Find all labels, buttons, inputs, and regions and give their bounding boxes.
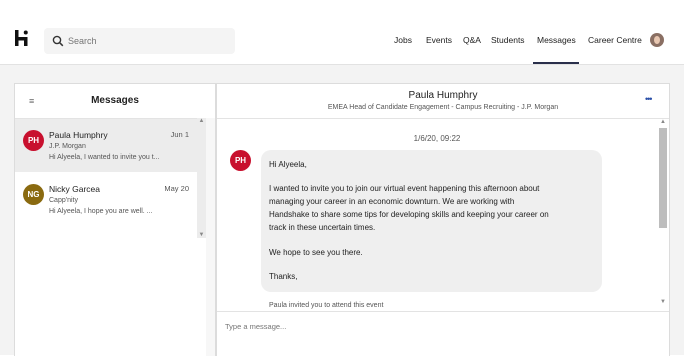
conversation-preview: Hi Alyeela, I hope you are well. ... [49,208,153,215]
conversation-scrollbar[interactable]: ▲ ▼ [658,119,668,309]
conversation-item-paula[interactable]: PH Paula Humphry Jun 1 J.P. Morgan Hi Al… [15,119,197,172]
scrollbar-thumb[interactable] [659,128,667,228]
conversation-date: Jun 1 [170,130,189,139]
scroll-up-arrow-icon[interactable]: ▲ [197,118,206,124]
search-input[interactable] [68,32,228,50]
avatar-face [654,36,660,44]
conversation-list-panel: ≡ Messages PH Paula Humphry Jun 1 J.P. M… [14,83,216,356]
message-line: Thanks, [269,272,298,281]
contact-name[interactable]: Paula Humphry [217,90,669,101]
user-avatar[interactable] [650,33,664,47]
nav-career-centre[interactable]: Career Centre [588,35,642,45]
conversation-company: J.P. Morgan [49,143,86,150]
nav-messages[interactable]: Messages [537,35,576,45]
conversation-panel: Paula Humphry EMEA Head of Candidate Eng… [216,83,670,357]
message-timestamp: 1/6/20, 09:22 [413,134,461,143]
message-line: managing your career in an economic down… [269,197,515,206]
message-line: Handshake to share some tips for develop… [269,210,549,219]
sender-avatar[interactable]: PH [230,150,251,171]
message-line: I wanted to invite you to join our virtu… [269,184,540,193]
message-greeting: Hi Alyeela, [269,160,307,169]
nav-events[interactable]: Events [426,35,452,45]
messages-title: Messages [91,95,139,106]
search-box[interactable] [44,28,235,54]
top-nav-bar: Jobs Events Q&A Students Messages Career… [0,0,684,65]
message-input[interactable] [225,318,645,334]
handshake-logo-icon[interactable] [14,28,34,50]
message-line: track in these uncertain times. [269,223,376,232]
avatar: PH [23,130,44,151]
contact-title: EMEA Head of Candidate Engagement - Camp… [327,104,559,111]
more-options-icon[interactable]: ••• [645,94,653,104]
conversation-name: Paula Humphry [49,130,108,140]
conversation-company: Capp'nity [49,197,78,204]
search-icon [52,35,64,47]
active-tab-indicator [533,62,579,64]
scroll-track [206,118,215,356]
conversation-list-header: ≡ Messages [15,84,215,119]
event-invite-note: Paula invited you to attend this event [269,302,384,309]
conversation-item-nicky[interactable]: NG Nicky Garcea May 20 Capp'nity Hi Alye… [15,173,197,226]
conversation-preview: Hi Alyeela, I wanted to invite you t... [49,154,160,161]
nav-jobs[interactable]: Jobs [394,35,412,45]
conversation-header: Paula Humphry EMEA Head of Candidate Eng… [217,84,669,119]
scroll-down-arrow-icon[interactable]: ▼ [658,299,668,305]
message-bubble: Hi Alyeela, I wanted to invite you to jo… [261,150,602,292]
scroll-up-arrow-icon[interactable]: ▲ [658,119,668,125]
scroll-down-arrow-icon[interactable]: ▼ [197,232,206,238]
message-line: We hope to see you there. [269,248,363,257]
nav-qa[interactable]: Q&A [463,35,481,45]
conversation-date: May 20 [164,184,189,193]
compose-area [217,311,669,357]
conversation-name: Nicky Garcea [49,184,101,194]
nav-students[interactable]: Students [491,35,525,45]
avatar: NG [23,184,44,205]
conversation-list-scrollbar[interactable]: ▲ ▼ [197,118,206,238]
